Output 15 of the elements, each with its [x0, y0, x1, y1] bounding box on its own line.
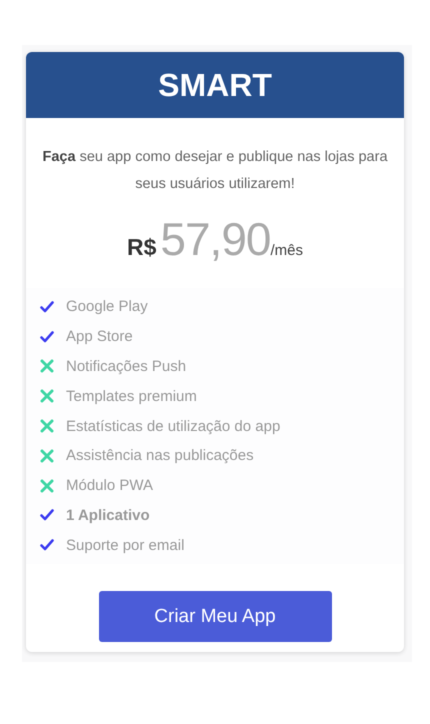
feature-label: Estatísticas de utilização do app [66, 418, 280, 435]
feature-label: Templates premium [66, 388, 197, 405]
currency-symbol: R$ [126, 234, 156, 261]
plan-description: Faça seu app como desejar e publique nas lojas para seus usuários utilizarem! [41, 148, 389, 194]
feature-label: Suporte por email [66, 536, 184, 554]
feature-label: 1 Aplicativo [66, 506, 150, 524]
price-amount: 57,90 [160, 212, 270, 266]
plan-title: SMART [26, 52, 404, 118]
feature-label: Módulo PWA [66, 477, 153, 494]
feature-label: Assistência nas publicações [66, 447, 254, 464]
feature-label: Notificações Push [66, 358, 186, 375]
create-app-button[interactable]: Criar Meu App [98, 591, 332, 642]
price-period: /mês [270, 242, 304, 259]
feature-label: Google Play [66, 298, 148, 316]
feature-label: App Store [66, 328, 133, 346]
